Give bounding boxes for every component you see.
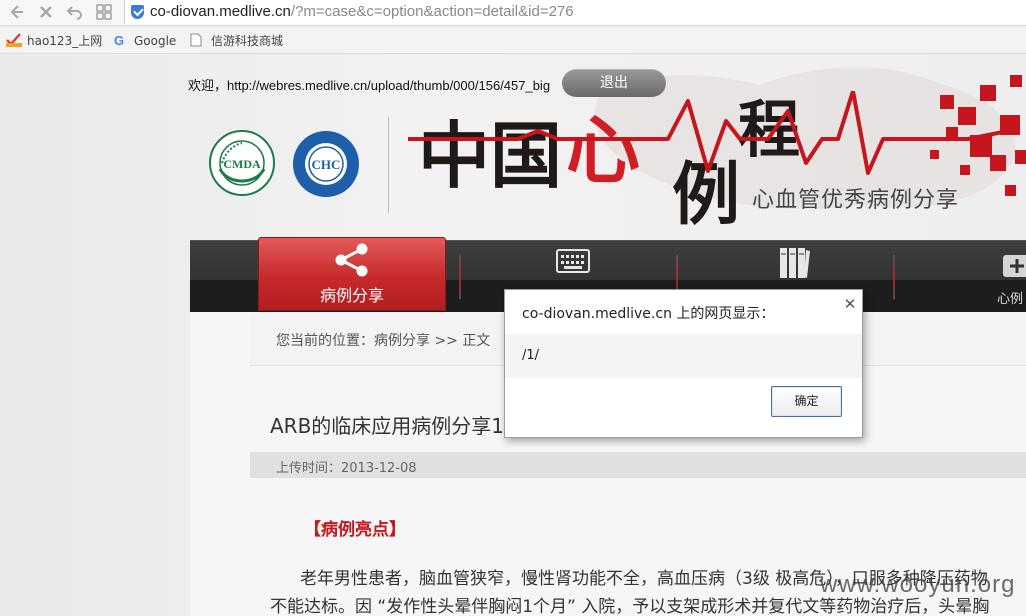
nav-item-xinli-label[interactable]: 心例: [997, 288, 1023, 307]
site-subtitle: 心血管优秀病例分享: [752, 188, 960, 213]
alert-dialog-title: co-diovan.medlive.cn 上的网页显示：: [522, 306, 775, 322]
watermark: www.wooyun.org: [820, 571, 1016, 598]
bookmark-hao123[interactable]: hao123_上网: [6, 32, 102, 50]
cmda-logo-text: CMDA: [223, 157, 261, 171]
nav-separator: [459, 255, 461, 299]
url-text: co-diovan.medlive.cn/?m=case&c=option&ac…: [150, 3, 574, 20]
case-highlight-heading: 【病例亮点】: [304, 520, 406, 540]
add-case-icon[interactable]: [1002, 249, 1026, 279]
security-shield-icon: [131, 5, 144, 19]
nav-item-case-sharing-label: 病例分享: [319, 286, 384, 305]
google-icon: G: [113, 33, 129, 48]
undo-icon[interactable]: [65, 3, 85, 23]
ok-button[interactable]: 确定: [771, 386, 842, 417]
keyboard-icon[interactable]: [556, 249, 590, 275]
cmda-logo: CMDA: [209, 130, 275, 196]
breadcrumb: 您当前的位置：病例分享 >> 正文: [276, 333, 491, 349]
close-icon[interactable]: [36, 3, 56, 23]
upload-time: 上传时间：2013-12-08: [276, 461, 417, 476]
chc-logo: CHC: [293, 131, 359, 197]
article-title: ARB的临床应用病例分享1: [270, 414, 505, 438]
bookmarks-bar: hao123_上网 G Google 信游科技商城: [0, 28, 1026, 54]
address-bar[interactable]: co-diovan.medlive.cn/?m=case&c=option&ac…: [124, 0, 1026, 24]
alert-dialog: co-diovan.medlive.cn 上的网页显示： ✕ /1/ 确定: [504, 289, 863, 438]
svg-text:G: G: [114, 33, 124, 47]
grid-icon[interactable]: [94, 3, 114, 23]
bookmark-google[interactable]: G Google: [113, 32, 176, 50]
alert-dialog-header: co-diovan.medlive.cn 上的网页显示： ✕: [505, 290, 862, 334]
books-icon[interactable]: [779, 246, 811, 280]
nav-separator: [893, 255, 895, 299]
header-divider: [388, 117, 389, 213]
alert-dialog-body: /1/: [505, 334, 862, 378]
bookmark-xinyou[interactable]: 信游科技商城: [190, 32, 283, 50]
hao123-icon: [6, 33, 22, 47]
chc-logo-text: CHC: [312, 157, 341, 172]
back-icon[interactable]: [6, 3, 26, 23]
browser-toolbar: co-diovan.medlive.cn/?m=case&c=option&ac…: [0, 0, 1026, 26]
alert-message: /1/: [522, 348, 540, 363]
share-icon: [335, 243, 368, 277]
page-icon: [190, 33, 206, 47]
ecg-line-graphic: [408, 91, 1008, 175]
close-icon[interactable]: ✕: [842, 295, 858, 313]
